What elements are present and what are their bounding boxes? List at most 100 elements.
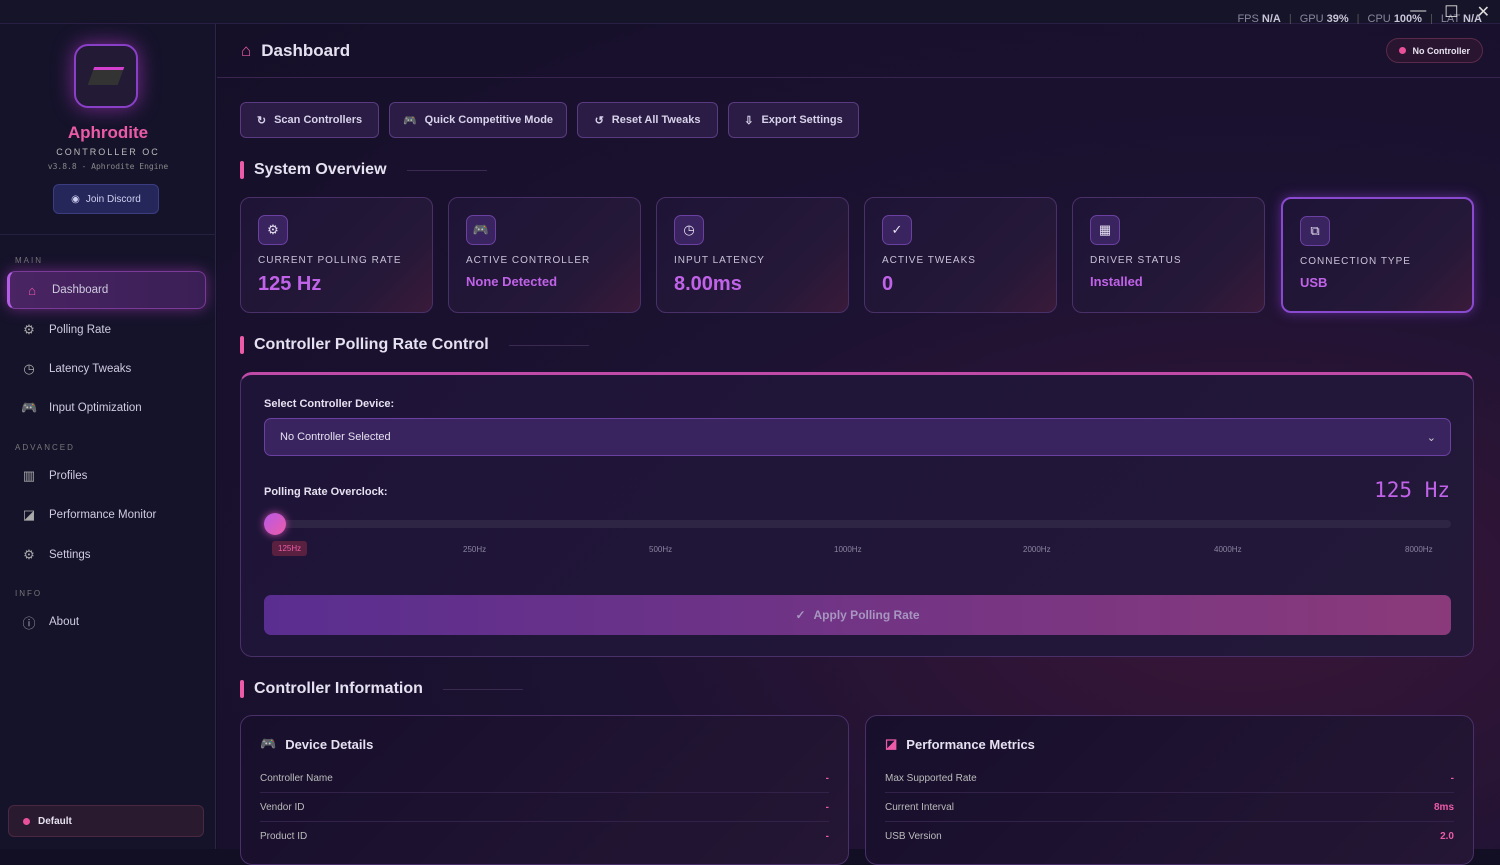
sidebar-item-label: About <box>49 616 80 628</box>
sidebar-item-about[interactable]: ⓘ About <box>7 603 206 641</box>
tick-label[interactable]: 1000Hz <box>834 545 862 554</box>
check-icon: ✓ <box>795 608 806 622</box>
info-row: Current Interval 8ms <box>885 793 1454 822</box>
input-latency-card: ◷ INPUT LATENCY 8.00ms <box>656 197 849 313</box>
polling-rate-slider[interactable] <box>264 513 1451 535</box>
page-header: ⌂ Dashboard No Controller <box>217 24 1500 78</box>
gamepad-icon: 🎮 <box>260 736 277 751</box>
minimize-button[interactable]: — <box>1410 2 1426 22</box>
join-discord-button[interactable]: ◉ Join Discord <box>53 184 159 214</box>
discord-label: Join Discord <box>85 193 141 205</box>
stopwatch-icon: ◷ <box>674 215 704 245</box>
overclock-label: Polling Rate Overclock: <box>264 486 388 498</box>
app-logo-icon <box>74 44 138 108</box>
section-info: INFO <box>15 589 43 598</box>
export-icon: ⇩ <box>744 114 754 127</box>
close-button[interactable]: ✕ <box>1477 2 1490 22</box>
card-label: ACTIVE CONTROLLER <box>466 255 591 266</box>
controller-status-badge: No Controller <box>1385 38 1483 63</box>
active-tweaks-card: ✓ ACTIVE TWEAKS 0 <box>864 197 1057 313</box>
info-row: Max Supported Rate - <box>885 764 1454 793</box>
button-label: Apply Polling Rate <box>813 608 920 622</box>
sidebar-item-label: Input Optimization <box>49 402 142 414</box>
section-main: MAIN <box>15 256 43 265</box>
chart-icon: ◪ <box>22 507 36 522</box>
current-rate-readout: 125 Hz <box>1374 478 1450 502</box>
controller-info-heading: Controller Information <box>240 680 523 698</box>
connection-icon: ⧉ <box>1300 216 1330 246</box>
sidebar-item-dashboard[interactable]: ⌂ Dashboard <box>7 271 206 309</box>
sidebar-item-label: Dashboard <box>52 284 109 296</box>
page-title: Dashboard <box>261 40 351 60</box>
card-value: USB <box>1300 275 1328 290</box>
books-icon: ▥ <box>22 468 36 483</box>
card-label: CONNECTION TYPE <box>1300 256 1411 267</box>
polling-rate-panel: Select Controller Device: No Controller … <box>240 372 1474 657</box>
polling-rate-card: ⚙ CURRENT POLLING RATE 125 Hz <box>240 197 433 313</box>
card-label: ACTIVE TWEAKS <box>882 255 976 266</box>
driver-status-card: ▦ DRIVER STATUS Installed <box>1072 197 1265 313</box>
gamepad-icon: 🎮 <box>21 400 38 415</box>
sidebar-item-polling-rate[interactable]: ⚙ Polling Rate <box>7 311 206 349</box>
version: v3.8.8 - Aphrodite Engine <box>47 162 169 171</box>
sidebar-item-label: Latency Tweaks <box>49 363 132 375</box>
button-label: Quick Competitive Mode <box>424 114 554 126</box>
reset-all-tweaks-button[interactable]: ↺ Reset All Tweaks <box>577 102 718 138</box>
tick-label[interactable]: 500Hz <box>649 545 672 554</box>
home-icon: ⌂ <box>241 40 252 60</box>
select-value: No Controller Selected <box>280 431 391 443</box>
tick-label[interactable]: 2000Hz <box>1023 545 1051 554</box>
info-row: Vendor ID - <box>260 793 829 822</box>
info-row: Controller Name - <box>260 764 829 793</box>
sidebar: Aphrodite CONTROLLER OC v3.8.8 - Aphrodi… <box>0 24 216 849</box>
card-value: None Detected <box>466 274 558 289</box>
export-settings-button[interactable]: ⇩ Export Settings <box>728 102 859 138</box>
sidebar-item-label: Profiles <box>49 470 88 482</box>
panel-title: Performance Metrics <box>906 736 1035 752</box>
controller-status-text: No Controller <box>1412 45 1471 56</box>
maximize-button[interactable]: ☐ <box>1444 2 1458 22</box>
button-label: Reset All Tweaks <box>611 114 701 126</box>
main-content: ⌂ Dashboard No Controller ↻ Scan Controll… <box>217 24 1500 865</box>
brand-subtitle: CONTROLLER OC <box>56 147 160 157</box>
card-value: 125 Hz <box>258 273 322 295</box>
active-controller-card: 🎮 ACTIVE CONTROLLER None Detected <box>448 197 641 313</box>
tick-label[interactable]: 8000Hz <box>1405 545 1433 554</box>
sidebar-item-label: Polling Rate <box>49 324 112 336</box>
discord-icon: ◉ <box>71 193 80 205</box>
reset-icon: ↺ <box>594 114 604 127</box>
sidebar-item-performance-monitor[interactable]: ◪ Performance Monitor <box>7 496 206 534</box>
card-label: CURRENT POLLING RATE <box>258 255 402 266</box>
info-row: USB Version 2.0 <box>885 831 1454 842</box>
sidebar-item-profiles[interactable]: ▥ Profiles <box>7 457 206 495</box>
card-label: DRIVER STATUS <box>1090 255 1182 266</box>
tick-label[interactable]: 125Hz <box>272 541 308 556</box>
tick-label[interactable]: 250Hz <box>463 545 486 554</box>
system-overview-heading: System Overview <box>240 161 487 179</box>
connection-type-card: ⧉ CONNECTION TYPE USB <box>1281 197 1474 313</box>
gear-icon: ⚙ <box>23 547 35 562</box>
sidebar-item-latency-tweaks[interactable]: ◷ Latency Tweaks <box>7 350 206 388</box>
sidebar-item-settings[interactable]: ⚙ Settings <box>7 536 206 574</box>
apply-polling-rate-button[interactable]: ✓ Apply Polling Rate <box>264 595 1451 635</box>
card-label: INPUT LATENCY <box>674 255 765 266</box>
tick-label[interactable]: 4000Hz <box>1214 545 1242 554</box>
polling-control-heading: Controller Polling Rate Control <box>240 336 589 354</box>
sidebar-item-input-optimization[interactable]: 🎮 Input Optimization <box>7 389 206 427</box>
card-value: 8.00ms <box>674 273 742 295</box>
card-value: 0 <box>882 273 894 295</box>
info-row: Product ID - <box>260 831 829 842</box>
gears-icon: ⚙ <box>23 322 35 337</box>
profile-selector[interactable]: Default <box>8 805 204 837</box>
chart-icon: ◪ <box>885 736 898 751</box>
quick-competitive-mode-button[interactable]: 🎮 Quick Competitive Mode <box>389 102 567 138</box>
scan-controllers-button[interactable]: ↻ Scan Controllers <box>240 102 379 138</box>
profile-name: Default <box>38 815 72 827</box>
device-details-panel: 🎮 Device Details Controller Name - Vendor … <box>240 715 849 865</box>
button-label: Scan Controllers <box>274 114 363 126</box>
gamepad-icon: 🎮 <box>402 114 417 127</box>
brand-name: Aphrodite <box>67 123 149 142</box>
refresh-icon: ↻ <box>256 114 267 127</box>
controller-device-select[interactable]: No Controller Selected ⌄ <box>264 418 1451 456</box>
slider-thumb[interactable] <box>264 513 286 535</box>
